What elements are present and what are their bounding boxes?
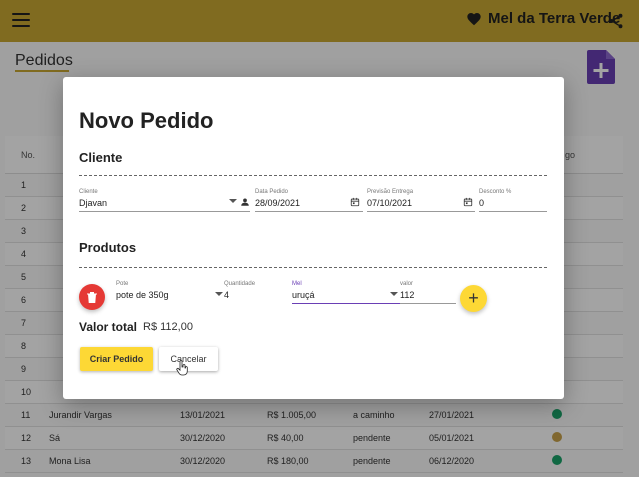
person-icon — [241, 198, 249, 206]
dialog-title: Novo Pedido — [79, 108, 214, 133]
cliente-field[interactable]: Cliente Djavan — [79, 189, 250, 212]
valor-field[interactable]: valor 112 — [400, 281, 456, 304]
mel-label: Mel — [292, 281, 302, 287]
valor-value: 112 — [400, 290, 415, 300]
previsao-entrega-value: 07/10/2021 — [367, 198, 413, 208]
delete-product-button[interactable] — [79, 284, 105, 310]
pote-value: pote de 350g — [116, 290, 169, 300]
quantidade-label: Quantidade — [224, 281, 256, 287]
cliente-divider — [79, 175, 547, 176]
pote-select[interactable]: Pote pote de 350g — [116, 281, 223, 300]
cancel-button[interactable]: Cancelar — [159, 347, 218, 371]
cliente-section-title: Cliente — [79, 150, 123, 165]
cliente-label: Cliente — [79, 189, 98, 195]
mel-value: uruçá — [292, 290, 315, 300]
mel-select[interactable]: Mel uruçá — [292, 281, 400, 304]
chevron-down-icon — [215, 292, 223, 296]
plus-icon: + — [468, 288, 479, 308]
chevron-down-icon — [229, 199, 237, 203]
chevron-down-icon — [390, 292, 398, 296]
quantidade-field[interactable]: Quantidade 4 — [224, 281, 288, 300]
data-pedido-label: Data Pedido — [255, 189, 289, 195]
produtos-section-title: Produtos — [79, 240, 137, 255]
desconto-field[interactable]: Desconto % 0 — [479, 189, 547, 212]
create-order-button[interactable]: Criar Pedido — [80, 347, 153, 371]
quantidade-value: 4 — [224, 290, 230, 300]
desconto-label: Desconto % — [479, 189, 512, 195]
valor-label: valor — [400, 281, 414, 287]
trash-icon — [87, 291, 97, 303]
total-value: R$ 112,00 — [143, 321, 193, 333]
total-label: Valor total — [79, 320, 138, 334]
produtos-divider — [79, 267, 547, 268]
add-product-button[interactable]: + — [460, 285, 487, 312]
hand-cursor-icon — [176, 360, 188, 376]
previsao-entrega-label: Previsão Entrega — [367, 189, 414, 195]
previsao-entrega-field[interactable]: Previsão Entrega 07/10/2021 — [367, 189, 475, 212]
calendar-icon[interactable] — [350, 197, 360, 207]
pote-label: Pote — [116, 281, 129, 287]
calendar-icon[interactable] — [463, 197, 473, 207]
data-pedido-value: 28/09/2021 — [255, 198, 301, 208]
new-order-dialog: Novo Pedido Cliente Cliente Djavan Data … — [63, 77, 564, 399]
cliente-value: Djavan — [79, 198, 108, 208]
data-pedido-field[interactable]: Data Pedido 28/09/2021 — [255, 189, 363, 212]
desconto-value: 0 — [479, 198, 485, 208]
